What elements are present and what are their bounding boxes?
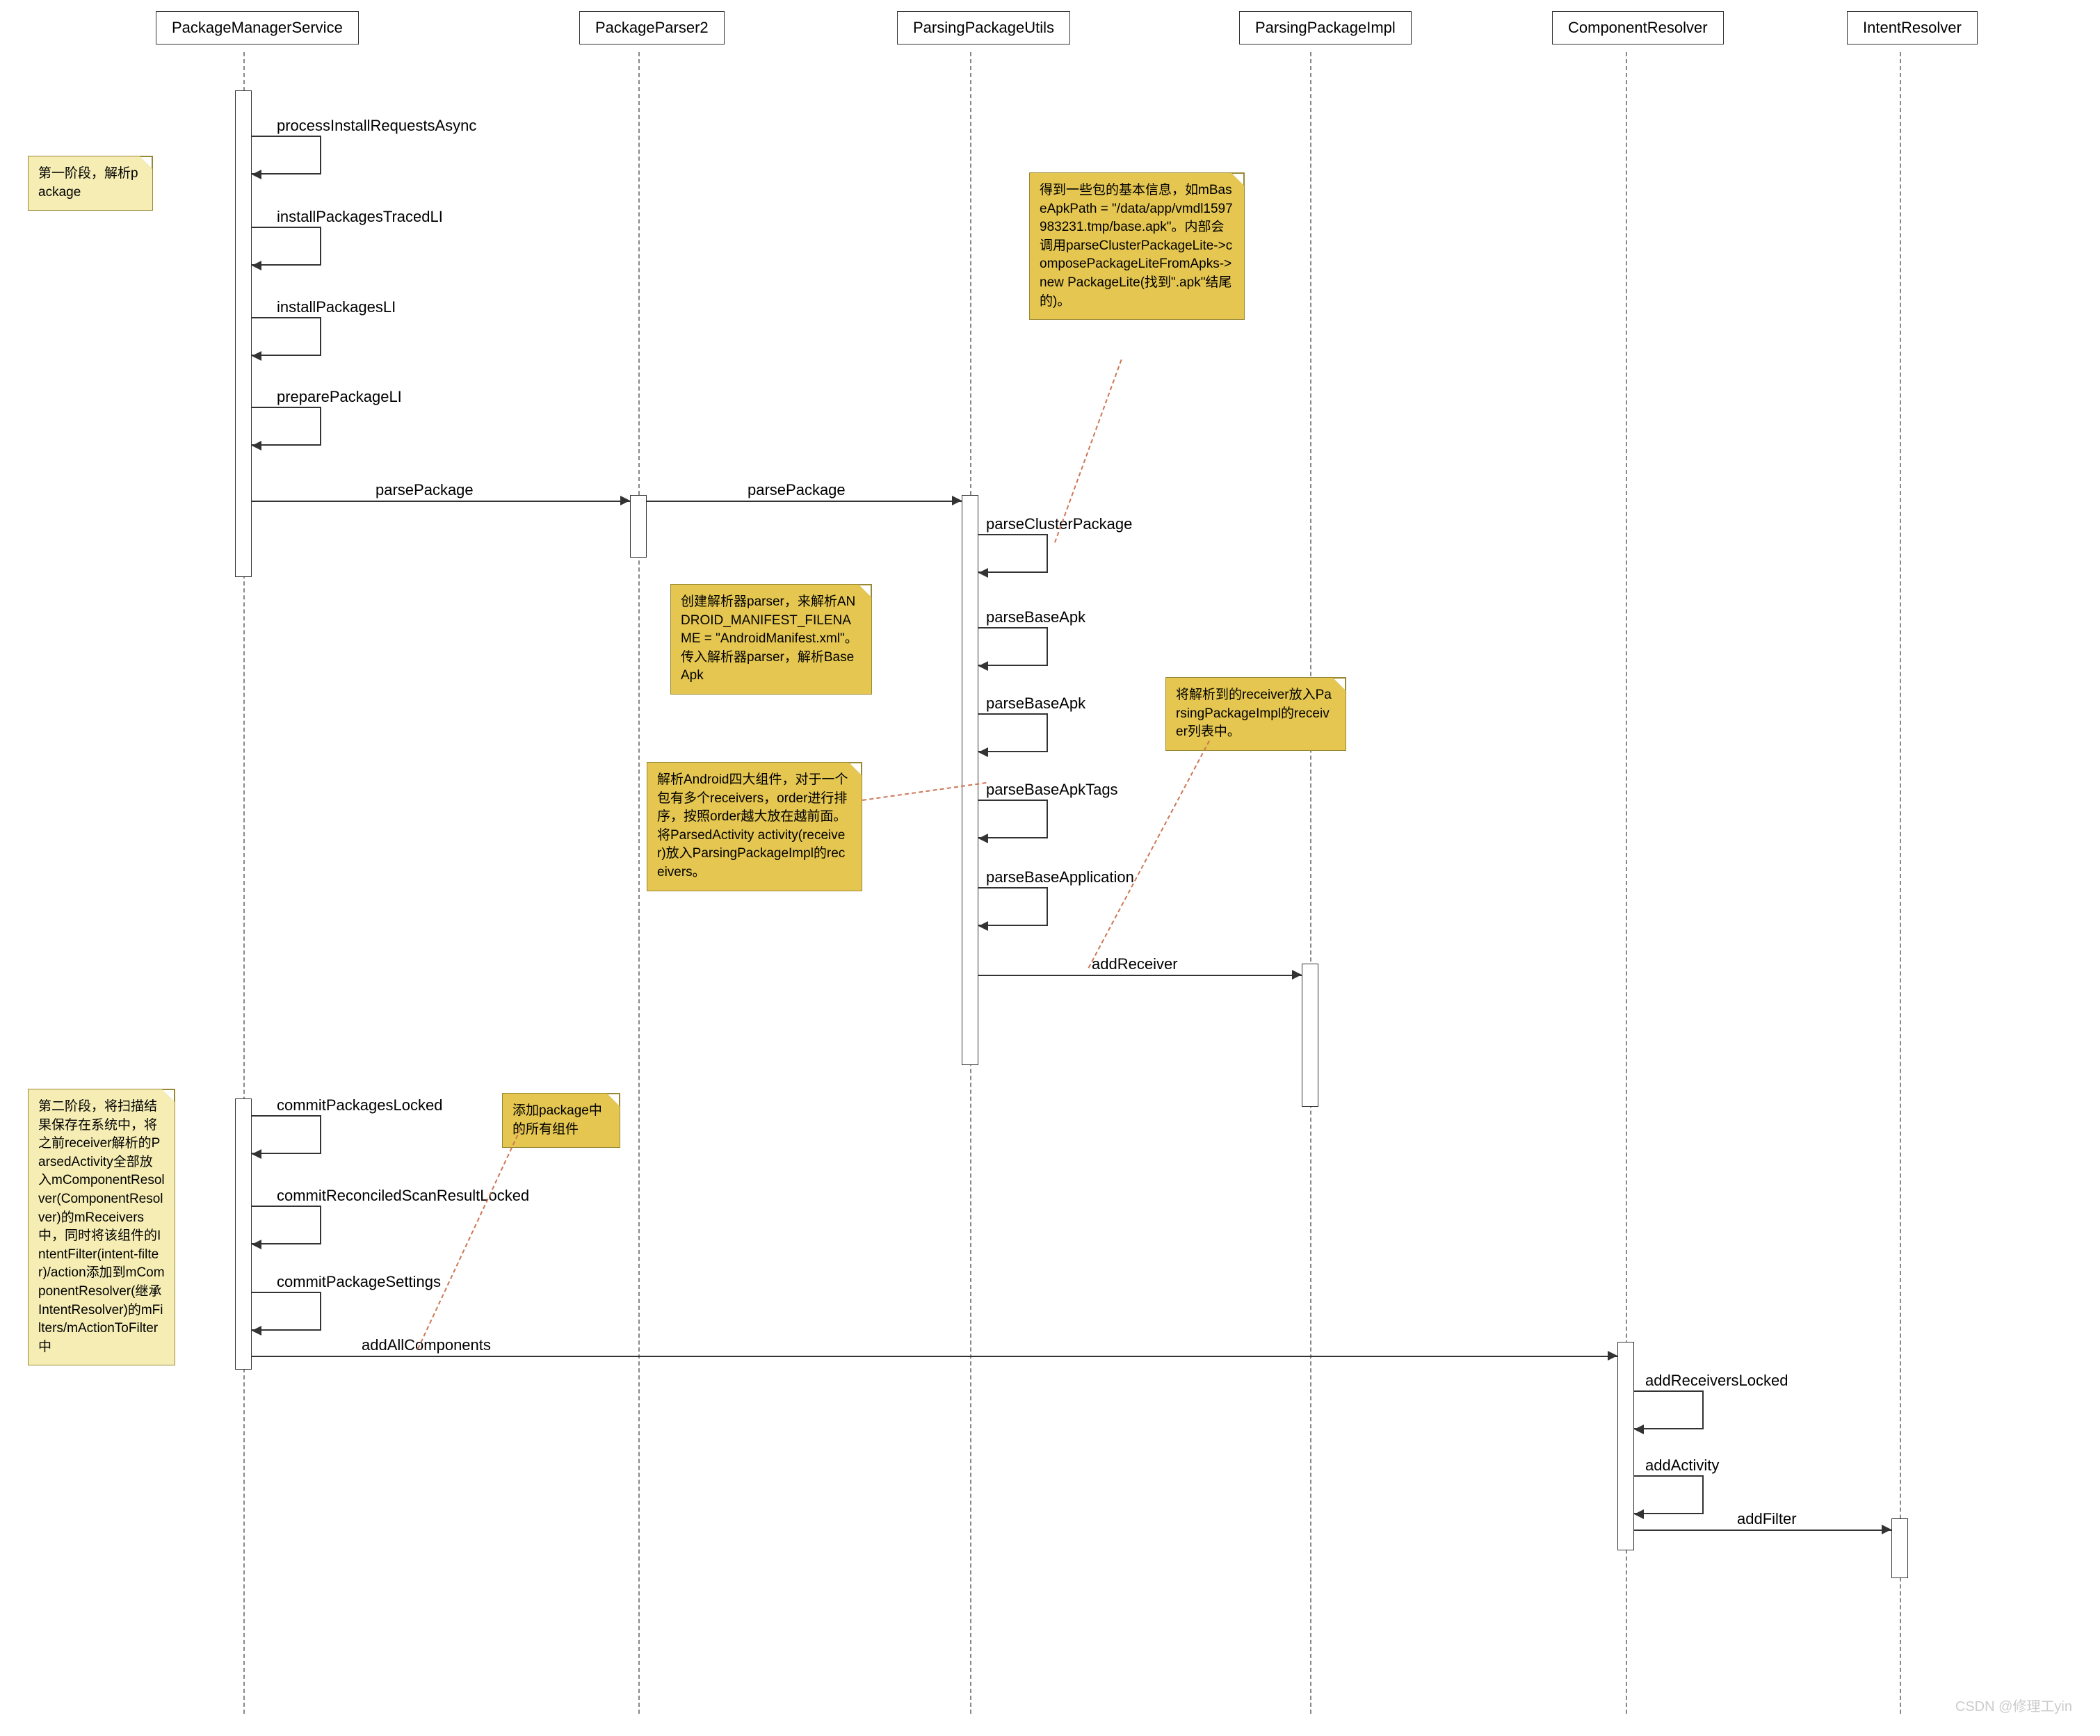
selfcall-installLI (252, 317, 321, 356)
arrow-head (1634, 1425, 1644, 1434)
arrow-head (252, 441, 261, 451)
participant-ir: IntentResolver (1847, 11, 1978, 44)
msg-parsePackage2: parsePackage (748, 481, 846, 499)
selfcall-baseapk2 (978, 713, 1048, 752)
arrow-head (978, 834, 988, 843)
selfcall-reconciled (252, 1206, 321, 1244)
note-text: 添加package中的所有组件 (512, 1103, 602, 1137)
participant-ppi: ParsingPackageImpl (1239, 11, 1412, 44)
msg-parseBaseApkTags: parseBaseApkTags (986, 781, 1118, 799)
selfcall-addReceiversLocked (1634, 1390, 1704, 1429)
arrow-head (252, 261, 261, 270)
selfcall-cluster (978, 534, 1048, 573)
msg-commitPackagesLocked: commitPackagesLocked (277, 1096, 442, 1114)
arrow-addReceiver (978, 975, 1302, 976)
selfcall-baseapk1 (978, 627, 1048, 666)
arrow-head (252, 1326, 261, 1336)
activation-pp2 (630, 495, 647, 558)
activation-cr (1617, 1342, 1634, 1550)
selfcall-baseapktags (978, 800, 1048, 838)
msg-parseBaseApk2: parseBaseApk (986, 695, 1085, 713)
lifeline-ppi (1310, 52, 1311, 1714)
activation-ppu (962, 495, 978, 1065)
note-baseApkInfo: 得到一些包的基本信息，如mBaseApkPath = "/data/app/vm… (1029, 172, 1245, 320)
note-text: 解析Android四大组件，对于一个包有多个receivers，order进行排… (657, 772, 848, 879)
msg-commitPackageSettings: commitPackageSettings (277, 1273, 441, 1291)
msg-processInstallRequestsAsync: processInstallRequestsAsync (277, 117, 476, 135)
msg-preparePackageLI: preparePackageLI (277, 388, 402, 406)
participant-pp2: PackageParser2 (579, 11, 725, 44)
participant-pms: PackageManagerService (156, 11, 359, 44)
note-text: 将解析到的receiver放入ParsingPackageImpl的receiv… (1176, 688, 1332, 739)
participant-ppu: ParsingPackageUtils (897, 11, 1070, 44)
arrow-head (620, 496, 630, 505)
msg-parseBaseApk1: parseBaseApk (986, 608, 1085, 626)
note-fourComponents: 解析Android四大组件，对于一个包有多个receivers，order进行排… (647, 762, 862, 891)
arrow-head (978, 661, 988, 671)
msg-parseBaseApplication: parseBaseApplication (986, 868, 1134, 886)
arrow-head (978, 568, 988, 578)
msg-addActivity: addActivity (1645, 1457, 1719, 1475)
arrow-head (1608, 1351, 1617, 1361)
selfcall-installTracedLI (252, 227, 321, 266)
arrow-parsePackage2 (647, 501, 962, 502)
note-phase1: 第一阶段，解析package (28, 156, 153, 211)
participant-cr: ComponentResolver (1552, 11, 1724, 44)
note-createParser: 创建解析器parser，来解析ANDROID_MANIFEST_FILENAME… (670, 584, 872, 695)
arrow-head (252, 351, 261, 361)
lifeline-pp2 (638, 52, 640, 1714)
arrow-head (1882, 1525, 1891, 1534)
arrow-addFilter (1634, 1530, 1891, 1531)
activation-ppi (1302, 964, 1318, 1107)
selfcall-addActivity (1634, 1475, 1704, 1514)
msg-parsePackage1: parsePackage (375, 481, 474, 499)
activation-pms-1 (235, 90, 252, 577)
note-text: 第一阶段，解析package (38, 166, 138, 200)
msg-installPackagesTracedLI: installPackagesTracedLI (277, 208, 443, 226)
arrow-head (1292, 970, 1302, 980)
msg-addFilter: addFilter (1737, 1510, 1797, 1528)
arrow-head (252, 1149, 261, 1159)
selfcall-settings (252, 1292, 321, 1331)
note-link (417, 1128, 522, 1349)
arrow-addAllComponents (252, 1356, 1617, 1357)
arrow-head (952, 496, 962, 505)
selfcall-commitLocked (252, 1115, 321, 1154)
activation-pms-2 (235, 1098, 252, 1370)
msg-addReceiversLocked: addReceiversLocked (1645, 1372, 1788, 1390)
msg-installPackagesLI: installPackagesLI (277, 298, 396, 316)
note-addAllComp: 添加package中的所有组件 (502, 1093, 620, 1148)
note-phase2: 第二阶段，将扫描结果保存在系统中，将之前receiver解析的ParsedAct… (28, 1089, 175, 1365)
arrow-head (978, 921, 988, 931)
arrow-head (1634, 1509, 1644, 1519)
arrow-head (978, 747, 988, 757)
note-text: 得到一些包的基本信息，如mBaseApkPath = "/data/app/vm… (1040, 183, 1233, 309)
arrow-head (252, 1240, 261, 1249)
lifeline-ir (1900, 52, 1901, 1714)
note-link (1088, 740, 1210, 968)
note-text: 第二阶段，将扫描结果保存在系统中，将之前receiver解析的ParsedAct… (38, 1099, 165, 1354)
selfcall-processInstall (252, 136, 321, 175)
selfcall-baseapplication (978, 887, 1048, 926)
watermark: CSDN @修理工yin (1955, 1695, 2072, 1715)
selfcall-prepare (252, 407, 321, 446)
activation-ir (1891, 1518, 1908, 1578)
msg-addAllComponents: addAllComponents (362, 1336, 491, 1354)
note-text: 创建解析器parser，来解析ANDROID_MANIFEST_FILENAME… (681, 594, 858, 683)
note-putReceiver: 将解析到的receiver放入ParsingPackageImpl的receiv… (1165, 677, 1346, 751)
arrow-parsePackage1 (252, 501, 630, 502)
msg-addReceiver: addReceiver (1092, 955, 1178, 973)
arrow-head (252, 170, 261, 179)
